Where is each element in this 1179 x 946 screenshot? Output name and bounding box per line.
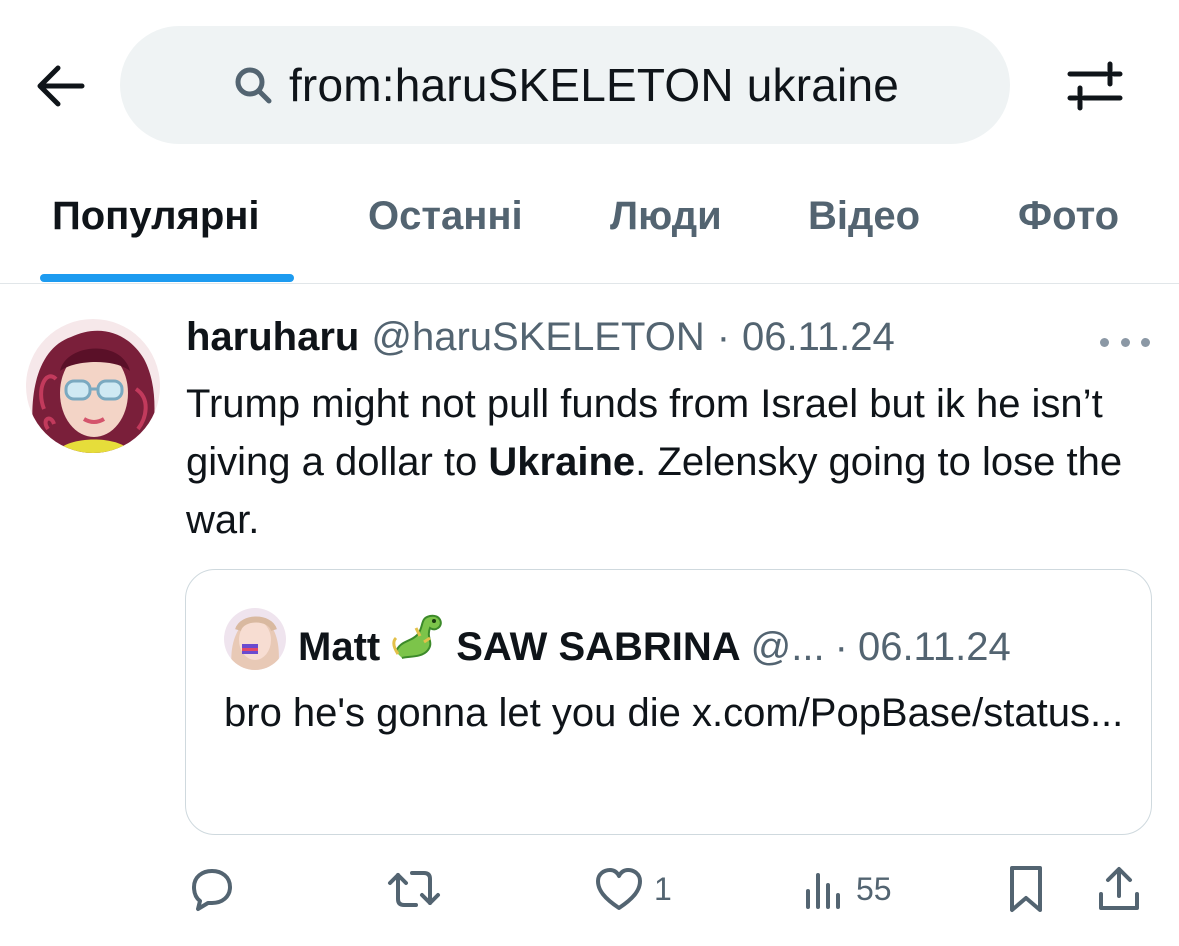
like-count: 1 [654,870,672,907]
tab-popular[interactable]: Популярні [52,194,260,239]
quoted-header: Matt SAW SABRINA @... · 06.11.24 [298,612,1011,670]
top-bar: from:haruSKELETON ukraine [0,0,1179,170]
search-filter-button[interactable] [1060,58,1130,114]
quoted-avatar [224,608,286,670]
tab-people[interactable]: Люди [610,194,722,239]
quoted-handle: @... [750,625,825,669]
tweet-date[interactable]: 06.11.24 [742,315,895,360]
search-input[interactable]: from:haruSKELETON ukraine [120,26,1010,144]
quoted-text: bro he's gonna let you die x.com/PopBase… [224,691,1124,735]
repost-icon [388,871,440,907]
arrow-left-icon [37,65,85,107]
quoted-date: 06.11.24 [857,625,1011,669]
share-icon [1099,867,1139,910]
tweet-text-highlight: Ukraine [488,440,636,484]
tweet-action-bar: 1 55 [0,857,1179,921]
tweet-text: Trump might not pull funds from Israel b… [186,375,1146,549]
quoted-display-name: Matt [298,625,381,669]
sliders-icon [1067,61,1123,111]
quoted-display-name-end: SAW SABRINA [456,625,741,669]
magnifier-icon [231,63,275,107]
views-chart-icon [806,873,840,909]
share-button[interactable] [1096,857,1142,921]
avatar-illustration [26,319,160,453]
like-button[interactable]: 1 [594,857,672,921]
heart-icon [596,868,642,910]
quoted-tweet[interactable]: Matt SAW SABRINA @... · 06.11.24 bro he'… [185,569,1152,835]
reply-icon [192,869,232,911]
bookmark-button[interactable] [1006,857,1046,921]
tab-videos[interactable]: Відео [808,194,920,239]
tweet-header: haruharu @haruSKELETON · 06.11.24 [186,315,895,371]
views-count: 55 [856,870,892,907]
active-tab-indicator [40,274,294,282]
repost-button[interactable] [384,857,454,921]
dragon-icon [390,612,446,660]
avatar[interactable] [26,319,160,453]
bookmark-icon [1010,866,1042,912]
views-button[interactable]: 55 [802,857,892,921]
back-button[interactable] [28,58,92,114]
reply-button[interactable] [188,857,246,921]
search-tabs: Популярні Останні Люди Відео Фото [0,170,1179,284]
separator-dot: · [834,625,848,669]
search-query: from:haruSKELETON ukraine [288,59,900,111]
author-handle[interactable]: @haruSKELETON [371,315,704,360]
author-display-name[interactable]: haruharu [186,315,359,360]
tab-latest[interactable]: Останні [368,194,523,239]
tweet[interactable]: haruharu @haruSKELETON · 06.11.24 Trump … [0,285,1179,946]
separator-dot: · [716,315,731,359]
tab-photos[interactable]: Фото [1018,194,1119,239]
more-dots-icon[interactable] [1100,327,1150,357]
